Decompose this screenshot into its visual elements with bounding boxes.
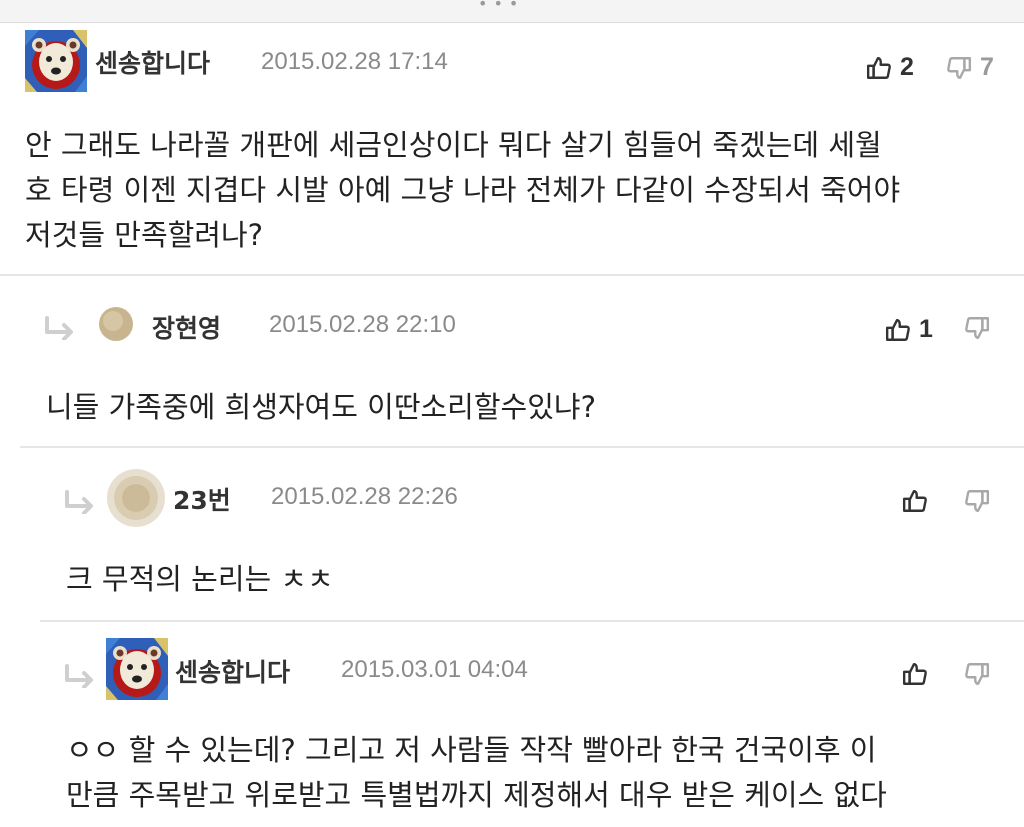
like-button[interactable]: 2 (866, 53, 914, 82)
thumbs-down-icon (946, 55, 972, 81)
dislike-button[interactable] (964, 661, 990, 687)
comment-line: 저것들 만족할려나? (25, 218, 264, 252)
like-count: 1 (919, 315, 933, 343)
timestamp: 2015.02.28 22:10 (269, 311, 456, 338)
reply-arrow-icon (64, 490, 96, 515)
comment-body: 크 무적의 논리는 ㅊㅊ (66, 557, 334, 602)
comment-line: ㅇㅇ 할 수 있는데? 그리고 저 사람들 작작 빨아라 한국 건국이후 이 (66, 733, 877, 767)
thumbs-down-icon (964, 315, 990, 341)
comment-body: ㅇㅇ 할 수 있는데? 그리고 저 사람들 작작 빨아라 한국 건국이후 이 만… (66, 728, 887, 818)
like-button[interactable] (902, 488, 928, 514)
thumbs-up-icon (885, 317, 911, 343)
comment-line: 안 그래도 나라꼴 개판에 세금인상이다 뭐다 살기 힘들어 죽겠는데 세월 (25, 128, 882, 162)
username[interactable]: 센송합니다 (175, 653, 290, 689)
avatar[interactable] (106, 468, 166, 528)
reply-arrow-icon (64, 664, 96, 689)
avatar[interactable] (98, 306, 134, 342)
comment-line: 만큼 주목받고 위로받고 특별법까지 제정해서 대우 받은 케이스 없다 (66, 778, 887, 812)
dislike-button[interactable] (964, 488, 990, 514)
dislike-count: 7 (980, 53, 994, 81)
reply-comment: 센송합니다 2015.03.01 04:04 ㅇㅇ 할 수 있는데? 그리고 저… (0, 622, 1024, 827)
like-button[interactable] (902, 661, 928, 687)
username[interactable]: 센송합니다 (95, 44, 210, 80)
dislike-button[interactable]: 7 (946, 53, 994, 82)
comment-line: 니들 가족중에 희생자여도 이딴소리할수있냐? (46, 390, 596, 424)
comment-body: 니들 가족중에 희생자여도 이딴소리할수있냐? (46, 385, 596, 430)
dislike-button[interactable] (964, 315, 990, 341)
reply-comment: 23번 2015.02.28 22:26 크 무적의 논리는 ㅊㅊ (0, 448, 1024, 620)
username[interactable]: 장현영 (152, 309, 221, 345)
thumbs-up-icon (902, 661, 928, 687)
thumbs-up-icon (866, 55, 892, 81)
avatar[interactable] (25, 30, 87, 92)
reply-comment: 장현영 2015.02.28 22:10 1 니들 가족중에 희생자여도 이딴소… (0, 276, 1024, 446)
avatar[interactable] (106, 638, 168, 700)
timestamp: 2015.03.01 04:04 (341, 656, 528, 683)
thumbs-down-icon (964, 488, 990, 514)
comment: 센송합니다 2015.02.28 17:14 2 7 안 그래도 나라꼴 개판에… (0, 0, 1024, 275)
like-count: 2 (900, 53, 914, 81)
timestamp: 2015.02.28 17:14 (261, 48, 448, 75)
thumbs-down-icon (964, 661, 990, 687)
timestamp: 2015.02.28 22:26 (271, 483, 458, 510)
like-button[interactable]: 1 (885, 315, 933, 344)
comment-line: 호 타령 이젠 지겹다 시발 아예 그냥 나라 전체가 다같이 수장되서 죽어야 (25, 173, 901, 207)
comment-line: 크 무적의 논리는 ㅊㅊ (66, 562, 334, 596)
comment-body: 안 그래도 나라꼴 개판에 세금인상이다 뭐다 살기 힘들어 죽겠는데 세월 호… (25, 123, 900, 258)
reply-arrow-icon (44, 316, 76, 341)
username[interactable]: 23번 (173, 481, 231, 517)
thumbs-up-icon (902, 488, 928, 514)
